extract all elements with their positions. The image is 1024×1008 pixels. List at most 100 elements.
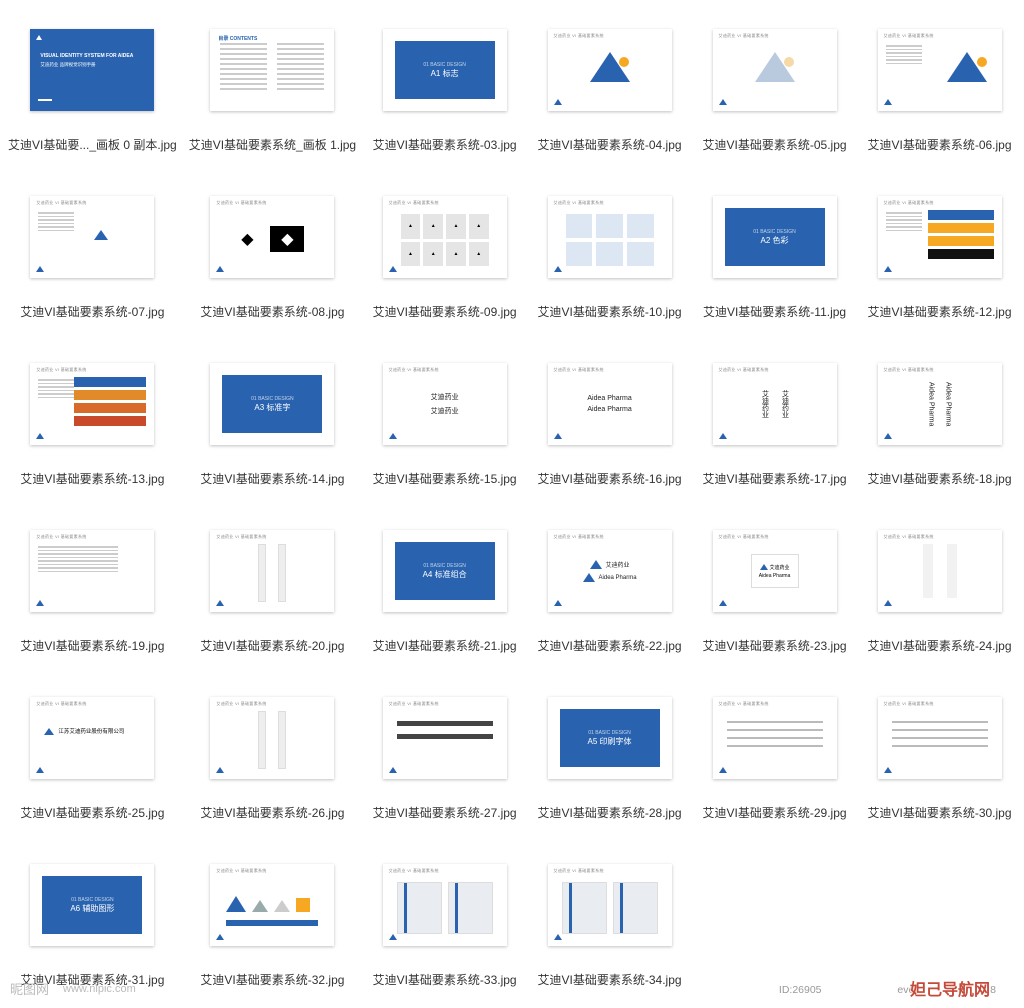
thumbnail-area[interactable]: VISUAL IDENTITY SYSTEM FOR AIDEA 艾迪药业 品牌… <box>17 12 167 128</box>
thumbnail-image: 艾迪药业 VI 基础要素系统江苏艾迪药业股份有限公司 <box>30 697 154 779</box>
thumbnail-area[interactable]: 艾迪药业 VI 基础要素系统艾迪药业艾迪药业 <box>700 346 850 462</box>
file-name-label: 艾迪VI基础要素系统-13.jpg <box>20 470 164 487</box>
file-name-label: 艾迪VI基础要素系统-27.jpg <box>373 804 517 821</box>
file-name-label: 艾迪VI基础要素系统-22.jpg <box>538 637 682 654</box>
file-item[interactable]: 艾迪药业 VI 基础要素系统 艾迪VI基础要素系统-34.jpg <box>533 847 686 988</box>
file-name-label: 艾迪VI基础要素系统-17.jpg <box>703 470 847 487</box>
thumbnail-area[interactable]: 艾迪药业 VI 基础要素系统 <box>535 12 685 128</box>
thumbnail-area[interactable]: 艾迪药业 VI 基础要素系统Aidea PharmaAidea Pharma <box>865 346 1015 462</box>
file-item[interactable]: 01 BASIC DESIGNA2 色彩 艾迪VI基础要素系统-11.jpg <box>698 179 851 320</box>
file-item[interactable]: 艾迪药业 VI 基础要素系统 艾迪VI基础要素系统-20.jpg <box>189 513 356 654</box>
file-item[interactable]: 艾迪药业 VI 基础要素系统江苏艾迪药业股份有限公司 艾迪VI基础要素系统-25… <box>8 680 177 821</box>
thumbnail-area[interactable]: 艾迪药业 VI 基础要素系统 <box>535 847 685 963</box>
thumbnail-area[interactable]: 艾迪药业 VI 基础要素系统 <box>865 179 1015 295</box>
thumbnail-area[interactable]: 艾迪药业 VI 基础要素系统 <box>535 179 685 295</box>
file-name-label: 艾迪VI基础要素系统_画板 1.jpg <box>189 136 356 153</box>
file-item[interactable]: 艾迪药业 VI 基础要素系统艾迪药业Aidea Pharma 艾迪VI基础要素系… <box>698 513 851 654</box>
thumbnail-area[interactable]: 艾迪药业 VI 基础要素系统 <box>865 12 1015 128</box>
file-item[interactable]: 艾迪药业 VI 基础要素系统艾迪药业艾迪药业 艾迪VI基础要素系统-17.jpg <box>698 346 851 487</box>
footer-id: ID:26905 <box>779 984 822 996</box>
file-item[interactable]: 艾迪药业 VI 基础要素系统 艾迪VI基础要素系统-19.jpg <box>8 513 177 654</box>
thumbnail-image: 艾迪药业 VI 基础要素系统 <box>713 697 837 779</box>
thumbnail-area[interactable]: 01 BASIC DESIGNA3 标准字 <box>197 346 347 462</box>
file-item[interactable]: 艾迪药业 VI 基础要素系统Aidea PharmaAidea Pharma 艾… <box>533 346 686 487</box>
file-name-label: 艾迪VI基础要素系统-05.jpg <box>703 136 847 153</box>
thumbnail-area[interactable]: 01 BASIC DESIGNA6 辅助图形 <box>17 847 167 963</box>
file-item[interactable]: 艾迪药业 VI 基础要素系统 艾迪VI基础要素系统-30.jpg <box>863 680 1016 821</box>
thumbnail-area[interactable]: 艾迪药业 VI 基础要素系统 <box>17 346 167 462</box>
thumbnail-image: 艾迪药业 VI 基础要素系统 <box>30 363 154 445</box>
thumbnail-area[interactable]: 艾迪药业 VI 基础要素系统 <box>700 680 850 796</box>
thumbnail-image: 艾迪药业 VI 基础要素系统 <box>548 29 672 111</box>
file-name-label: 艾迪VI基础要素系统-29.jpg <box>703 804 847 821</box>
file-name-label: 艾迪VI基础要素系统-06.jpg <box>867 136 1011 153</box>
file-name-label: 艾迪VI基础要素系统-32.jpg <box>200 971 344 988</box>
thumbnail-image: 艾迪药业 VI 基础要素系统艾迪药业Aidea Pharma <box>548 530 672 612</box>
thumbnail-image: 艾迪药业 VI 基础要素系统 <box>30 530 154 612</box>
file-name-label: 艾迪VI基础要素系统-07.jpg <box>20 303 164 320</box>
thumbnail-image: 01 BASIC DESIGNA6 辅助图形 <box>30 864 154 946</box>
file-item[interactable]: 艾迪药业 VI 基础要素系统 艾迪VI基础要素系统-04.jpg <box>533 12 686 153</box>
file-item[interactable]: 艾迪药业 VI 基础要素系统 艾迪VI基础要素系统-29.jpg <box>698 680 851 821</box>
file-name-label: 艾迪VI基础要素系统-10.jpg <box>538 303 682 320</box>
file-item[interactable]: 艾迪药业 VI 基础要素系统 艾迪VI基础要素系统-05.jpg <box>698 12 851 153</box>
file-item[interactable]: 01 BASIC DESIGNA6 辅助图形 艾迪VI基础要素系统-31.jpg <box>8 847 177 988</box>
file-item[interactable]: 艾迪药业 VI 基础要素系统艾迪药业艾迪药业 艾迪VI基础要素系统-15.jpg <box>368 346 521 487</box>
file-name-label: 艾迪VI基础要素系统-08.jpg <box>200 303 344 320</box>
file-item[interactable]: 艾迪药业 VI 基础要素系统 艾迪VI基础要素系统-24.jpg <box>863 513 1016 654</box>
thumbnail-area[interactable]: 艾迪药业 VI 基础要素系统 <box>197 513 347 629</box>
thumbnail-area[interactable]: 艾迪药业 VI 基础要素系统Aidea PharmaAidea Pharma <box>535 346 685 462</box>
thumbnail-image: 01 BASIC DESIGNA5 印刷字体 <box>548 697 672 779</box>
thumbnail-area[interactable]: 艾迪药业 VI 基础要素系统艾迪药业Aidea Pharma <box>700 513 850 629</box>
file-name-label: 艾迪VI基础要素系统-25.jpg <box>20 804 164 821</box>
file-item[interactable]: 01 BASIC DESIGNA3 标准字 艾迪VI基础要素系统-14.jpg <box>189 346 356 487</box>
file-item[interactable]: 艾迪药业 VI 基础要素系统▲▲▲▲▲▲▲▲ 艾迪VI基础要素系统-09.jpg <box>368 179 521 320</box>
footer-num: 8 <box>990 984 996 996</box>
thumbnail-area[interactable]: 艾迪药业 VI 基础要素系统 <box>865 680 1015 796</box>
thumbnail-area[interactable]: 艾迪药业 VI 基础要素系统 <box>700 12 850 128</box>
thumbnail-area[interactable]: 艾迪药业 VI 基础要素系统 <box>197 847 347 963</box>
file-item[interactable]: 艾迪药业 VI 基础要素系统 艾迪VI基础要素系统-26.jpg <box>189 680 356 821</box>
thumbnail-image: 艾迪药业 VI 基础要素系统 <box>210 697 334 779</box>
file-name-label: 艾迪VI基础要..._画板 0 副本.jpg <box>8 136 177 153</box>
thumbnail-area[interactable]: 艾迪药业 VI 基础要素系统 <box>197 680 347 796</box>
thumbnail-area[interactable]: 01 BASIC DESIGNA1 标志 <box>370 12 520 128</box>
file-item[interactable]: 艾迪药业 VI 基础要素系统 艾迪VI基础要素系统-12.jpg <box>863 179 1016 320</box>
file-item[interactable]: 艾迪药业 VI 基础要素系统 艾迪VI基础要素系统-32.jpg <box>189 847 356 988</box>
file-item[interactable]: 艾迪药业 VI 基础要素系统 艾迪VI基础要素系统-10.jpg <box>533 179 686 320</box>
thumbnail-area[interactable]: 艾迪药业 VI 基础要素系统 <box>17 179 167 295</box>
file-item[interactable]: VISUAL IDENTITY SYSTEM FOR AIDEA 艾迪药业 品牌… <box>8 12 177 153</box>
file-item[interactable]: 艾迪药业 VI 基础要素系统 艾迪VI基础要素系统-06.jpg <box>863 12 1016 153</box>
thumbnail-image: 01 BASIC DESIGNA4 标准组合 <box>383 530 507 612</box>
thumbnail-area[interactable]: 艾迪药业 VI 基础要素系统◆◆ <box>197 179 347 295</box>
file-item[interactable]: 01 BASIC DESIGNA1 标志 艾迪VI基础要素系统-03.jpg <box>368 12 521 153</box>
thumbnail-area[interactable]: 艾迪药业 VI 基础要素系统 <box>17 513 167 629</box>
thumbnail-image: 艾迪药业 VI 基础要素系统 <box>878 697 1002 779</box>
file-item[interactable]: 艾迪药业 VI 基础要素系统 艾迪VI基础要素系统-27.jpg <box>368 680 521 821</box>
thumbnail-area[interactable]: 01 BASIC DESIGNA5 印刷字体 <box>535 680 685 796</box>
file-item[interactable]: 目录 CONTENTS 艾迪VI基础要素系统_画板 1.jpg <box>189 12 356 153</box>
file-name-label: 艾迪VI基础要素系统-23.jpg <box>703 637 847 654</box>
thumbnail-area[interactable]: 艾迪药业 VI 基础要素系统艾迪药业艾迪药业 <box>370 346 520 462</box>
thumbnail-area[interactable]: 艾迪药业 VI 基础要素系统 <box>865 513 1015 629</box>
thumbnail-image: 艾迪药业 VI 基础要素系统Aidea PharmaAidea Pharma <box>548 363 672 445</box>
file-name-label: 艾迪VI基础要素系统-20.jpg <box>200 637 344 654</box>
thumbnail-area[interactable]: 艾迪药业 VI 基础要素系统江苏艾迪药业股份有限公司 <box>17 680 167 796</box>
file-name-label: 艾迪VI基础要素系统-33.jpg <box>373 971 517 988</box>
file-item[interactable]: 艾迪药业 VI 基础要素系统 艾迪VI基础要素系统-07.jpg <box>8 179 177 320</box>
file-name-label: 艾迪VI基础要素系统-11.jpg <box>703 303 846 320</box>
thumbnail-area[interactable]: 目录 CONTENTS <box>197 12 347 128</box>
file-item[interactable]: 01 BASIC DESIGNA4 标准组合 艾迪VI基础要素系统-21.jpg <box>368 513 521 654</box>
thumbnail-area[interactable]: 艾迪药业 VI 基础要素系统 <box>370 847 520 963</box>
file-item[interactable]: 艾迪药业 VI 基础要素系统Aidea PharmaAidea Pharma 艾… <box>863 346 1016 487</box>
thumbnail-area[interactable]: 艾迪药业 VI 基础要素系统艾迪药业Aidea Pharma <box>535 513 685 629</box>
file-item[interactable]: 艾迪药业 VI 基础要素系统 艾迪VI基础要素系统-33.jpg <box>368 847 521 988</box>
thumbnail-area[interactable]: 艾迪药业 VI 基础要素系统 <box>370 680 520 796</box>
thumbnail-area[interactable]: 01 BASIC DESIGNA4 标准组合 <box>370 513 520 629</box>
file-item[interactable]: 艾迪药业 VI 基础要素系统◆◆ 艾迪VI基础要素系统-08.jpg <box>189 179 356 320</box>
thumbnail-area[interactable]: 01 BASIC DESIGNA2 色彩 <box>700 179 850 295</box>
file-item[interactable]: 01 BASIC DESIGNA5 印刷字体 艾迪VI基础要素系统-28.jpg <box>533 680 686 821</box>
file-item[interactable]: 艾迪药业 VI 基础要素系统 艾迪VI基础要素系统-13.jpg <box>8 346 177 487</box>
file-item[interactable]: 艾迪药业 VI 基础要素系统艾迪药业Aidea Pharma 艾迪VI基础要素系… <box>533 513 686 654</box>
thumbnail-area[interactable]: 艾迪药业 VI 基础要素系统▲▲▲▲▲▲▲▲ <box>370 179 520 295</box>
